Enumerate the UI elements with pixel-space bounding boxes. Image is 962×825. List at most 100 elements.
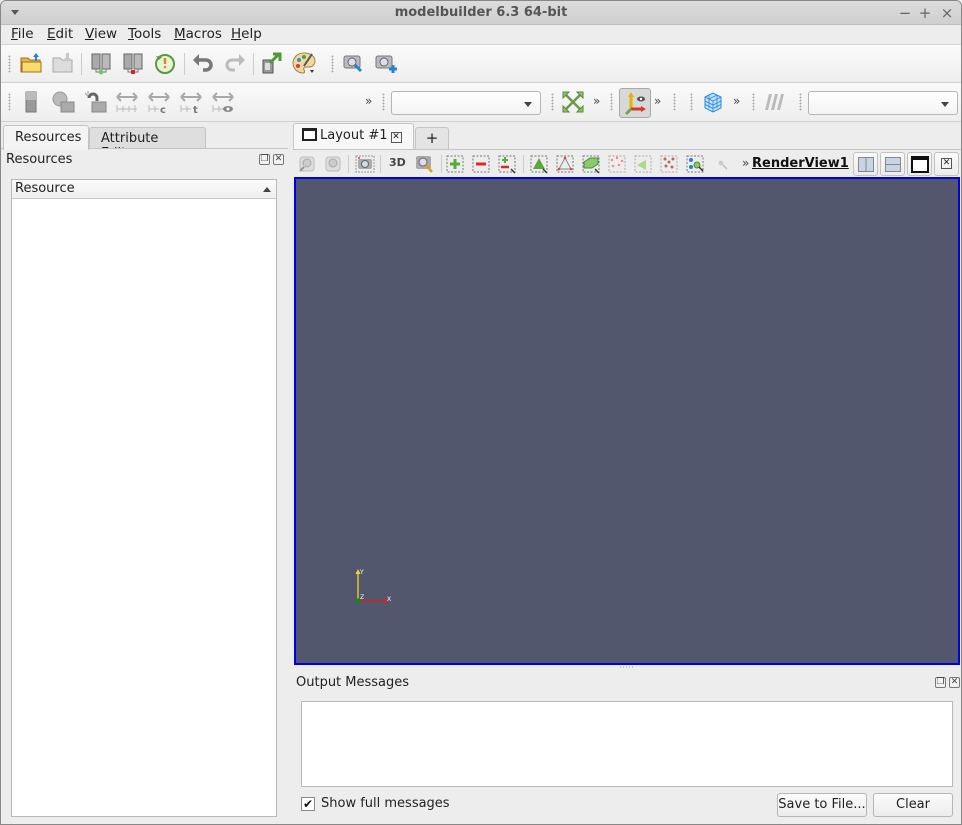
orientation-axes-widget: Y X Z (355, 569, 391, 604)
main-toolbar (1, 45, 961, 83)
select-cells-through-icon[interactable] (529, 154, 549, 174)
reset-camera-icon[interactable] (561, 90, 585, 114)
window-title: modelbuilder 6.3 64-bit (394, 5, 568, 20)
menu-help[interactable]: Help (231, 26, 262, 42)
rescale-temporal-range-icon[interactable]: t (179, 90, 203, 114)
camera-redo-icon[interactable] (323, 154, 343, 174)
orientation-axes-icon (624, 92, 646, 115)
float-panel-icon[interactable]: ❐ (259, 154, 270, 165)
close-tab-icon[interactable]: ✕ (390, 132, 402, 143)
representation-toolbar: c t » » » » (1, 83, 961, 122)
menu-bar: File Edit View Tools Macros Help (1, 25, 961, 45)
toolbar-overflow-button[interactable]: » (742, 156, 749, 170)
tab-resources[interactable]: Resources (3, 125, 89, 150)
select-cells-on-icon[interactable] (445, 154, 465, 174)
resource-column-header[interactable]: Resource (12, 180, 276, 199)
toggle-orientation-axes-button[interactable] (619, 88, 651, 118)
capture-screenshot-icon[interactable] (355, 154, 375, 174)
zoom-to-box-icon[interactable] (414, 154, 434, 174)
clear-button[interactable]: Clear (873, 793, 953, 817)
close-button[interactable]: × (938, 4, 956, 22)
save-state-icon[interactable] (51, 51, 75, 75)
window-icon (302, 128, 317, 141)
menu-tools[interactable]: Tools (128, 26, 161, 42)
show-full-messages-checkbox[interactable]: ✔ (301, 797, 315, 811)
color-legend-icon[interactable] (51, 90, 75, 114)
rescale-data-range-icon[interactable] (115, 90, 139, 114)
connect-server-icon[interactable] (89, 51, 113, 75)
active-variable-combo[interactable] (391, 91, 541, 115)
chevron-down-icon (941, 102, 949, 107)
tab-attribute-editor[interactable]: Attribute Editor (89, 127, 206, 161)
menu-view[interactable]: View (85, 26, 117, 42)
close-view-button[interactable]: ✕ (934, 152, 959, 176)
toolbar-overflow-button[interactable]: » (654, 94, 661, 108)
reset-session-icon[interactable] (153, 51, 177, 75)
output-messages-text[interactable] (301, 701, 953, 787)
view-toolbar: 3D » RenderView1 ✕ (293, 149, 961, 177)
view-selector-combo[interactable] (808, 91, 958, 115)
link-camera-icon[interactable] (83, 90, 107, 114)
find-data-icon[interactable] (342, 51, 366, 75)
z-axis-label: Z (360, 594, 364, 601)
dock-title: Resources (6, 152, 73, 167)
redo-icon[interactable] (223, 51, 247, 75)
split-horizontal-icon (858, 157, 874, 172)
toolbar-overflow-button[interactable]: » (733, 94, 740, 108)
select-points-through-icon[interactable] (555, 154, 575, 174)
svg-text:t: t (193, 105, 198, 114)
toggle-3d-button[interactable]: 3D (389, 156, 406, 169)
tab-layout-1[interactable]: Layout #1 ✕ (293, 123, 414, 149)
maximize-view-button[interactable] (907, 152, 932, 176)
annotation-icon[interactable] (762, 90, 786, 114)
split-horizontal-button[interactable] (853, 152, 878, 176)
select-block-icon[interactable] (581, 154, 601, 174)
close-panel-icon[interactable]: ✕ (949, 677, 960, 688)
solid-color-icon[interactable] (19, 90, 43, 114)
render-view-canvas[interactable]: Y X Z (294, 177, 960, 665)
undo-icon[interactable] (191, 51, 215, 75)
select-cells-polygon-icon[interactable] (633, 154, 653, 174)
y-axis-label: Y (359, 569, 364, 576)
split-vertical-button[interactable] (880, 152, 905, 176)
hover-points-icon[interactable] (659, 154, 679, 174)
float-panel-icon[interactable]: ❐ (935, 677, 946, 688)
maximize-button[interactable]: + (916, 4, 934, 22)
save-to-file-button[interactable]: Save to File... (777, 793, 867, 817)
toolbar-grip[interactable] (8, 55, 11, 73)
color-palette-icon[interactable] (292, 51, 316, 75)
toolbar-overflow-button[interactable]: » (593, 94, 600, 108)
add-camera-icon[interactable] (374, 51, 398, 75)
render-view-name[interactable]: RenderView1 (752, 156, 849, 171)
menu-edit[interactable]: Edit (47, 26, 73, 42)
split-vertical-icon (885, 157, 901, 172)
chevron-down-icon (524, 102, 532, 107)
rescale-visible-range-icon[interactable] (211, 90, 235, 114)
show-full-messages-label[interactable]: Show full messages (321, 796, 450, 811)
layout-tab-bar: Layout #1 ✕ + (293, 123, 961, 149)
clear-selection-icon[interactable] (713, 154, 733, 174)
minimize-button[interactable]: − (896, 4, 914, 22)
svg-text:c: c (160, 105, 166, 114)
load-plugin-icon[interactable] (260, 51, 284, 75)
interactive-select-icon[interactable] (497, 154, 517, 174)
find-data-icon[interactable] (685, 154, 705, 174)
toolbar-overflow-button[interactable]: » (365, 94, 372, 108)
splitter-handle[interactable] (619, 666, 633, 668)
rescale-custom-range-icon[interactable]: c (147, 90, 171, 114)
select-points-polygon-icon[interactable] (607, 154, 627, 174)
menu-file[interactable]: File (11, 26, 34, 42)
title-bar: modelbuilder 6.3 64-bit − + × (1, 1, 961, 25)
camera-undo-icon[interactable] (297, 154, 317, 174)
maximize-view-icon (911, 156, 929, 173)
close-panel-icon[interactable]: ✕ (273, 154, 284, 165)
toolbar-grip[interactable] (8, 93, 11, 111)
open-file-icon[interactable] (19, 51, 43, 75)
menu-macros[interactable]: Macros (174, 26, 222, 42)
select-points-on-icon[interactable] (471, 154, 491, 174)
disconnect-server-icon[interactable] (121, 51, 145, 75)
grid-cube-icon[interactable] (701, 90, 725, 114)
resource-tree[interactable]: Resource (11, 179, 277, 817)
add-layout-tab[interactable]: + (415, 127, 449, 149)
x-axis-label: X (387, 596, 391, 603)
